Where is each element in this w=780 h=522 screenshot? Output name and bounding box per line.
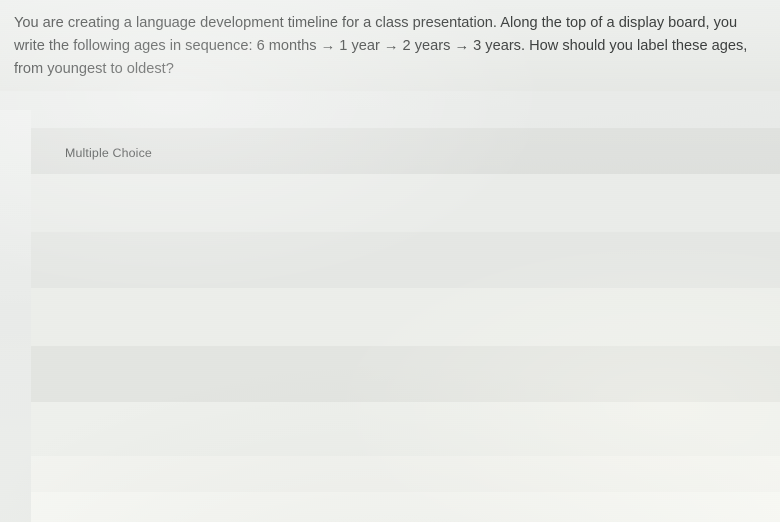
left-gutter-strip xyxy=(0,110,31,522)
answer-card-header: Multiple Choice xyxy=(30,128,780,174)
row-band xyxy=(30,492,780,522)
row-band xyxy=(30,288,780,346)
row-band xyxy=(30,346,780,402)
question-screen: You are creating a language development … xyxy=(0,0,780,522)
row-band xyxy=(30,402,780,456)
question-stem: You are creating a language development … xyxy=(0,0,780,91)
row-band xyxy=(30,232,780,288)
row-band xyxy=(30,174,780,232)
question-type-label: Multiple Choice xyxy=(65,146,152,160)
row-band xyxy=(30,456,780,492)
question-text: You are creating a language development … xyxy=(14,15,752,77)
answer-card: Multiple Choice xyxy=(30,128,780,522)
